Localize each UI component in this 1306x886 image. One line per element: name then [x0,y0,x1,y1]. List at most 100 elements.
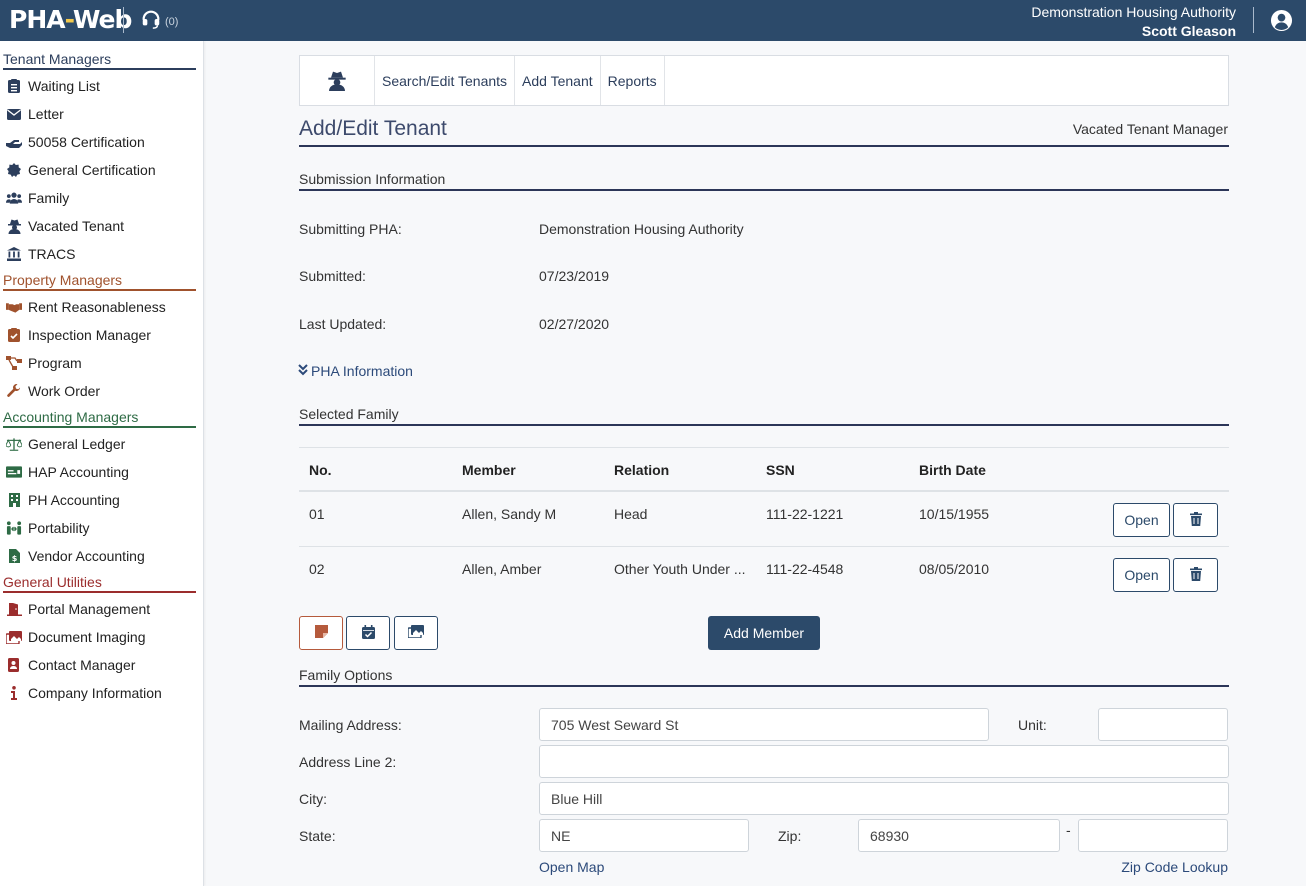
people-arrows-icon [6,520,22,536]
pha-information-toggle[interactable]: PHA Information [298,363,413,379]
cell-no: 02 [309,561,325,577]
sidebar-item-label: HAP Accounting [28,464,129,480]
wrench-icon [6,383,22,399]
toolbar-link-add-tenant[interactable]: Add Tenant [515,56,601,105]
user-account-icon[interactable] [1270,9,1293,35]
sidebar-item-rent-reasonableness[interactable]: Rent Reasonableness [0,293,203,321]
open-member-button[interactable]: Open [1113,503,1170,537]
notes-button[interactable] [299,616,343,650]
sticky-note-icon [314,625,328,641]
sidebar-item-vacated-tenant[interactable]: Vacated Tenant [0,212,203,240]
column-header-birth-date: Birth Date [919,462,986,478]
support-count: (0) [165,15,179,28]
sidebar-section-accounting-managers: Accounting Managers [3,409,196,428]
section-heading-family-options: Family Options [299,667,393,683]
sidebar-item-label: 50058 Certification [28,134,145,150]
column-header-ssn: SSN [766,462,795,478]
state-input[interactable]: NE [539,819,749,852]
sidebar-item-label: Contact Manager [28,657,136,673]
sidebar-item-ph-accounting[interactable]: PH Accounting [0,486,203,514]
city-input[interactable]: Blue Hill [539,782,1229,815]
column-header-no: No. [309,462,332,478]
sidebar-item-label: General Certification [28,162,156,178]
headset-icon [140,8,162,33]
envelope-icon [6,106,22,122]
sidebar-item-waiting-list[interactable]: Waiting List [0,72,203,100]
images-icon [6,629,22,645]
sidebar-item-label: Waiting List [28,78,100,94]
toolbar-link-reports[interactable]: Reports [601,56,665,105]
images-button[interactable] [394,616,438,650]
sidebar-item-portability[interactable]: Portability [0,514,203,542]
cell-birth-date: 08/05/2010 [919,561,990,577]
sidebar-item-portal-management[interactable]: Portal Management [0,595,203,623]
divider [299,424,1229,426]
sidebar-item-general-ledger[interactable]: General Ledger [0,430,203,458]
sidebar-item-contact-manager[interactable]: Contact Manager [0,651,203,679]
cell-member: Allen, Sandy M [462,506,557,522]
sidebar-item-hap-accounting[interactable]: HAP Accounting [0,458,203,486]
calendar-button[interactable] [346,616,390,650]
divider [299,189,1229,191]
submitted-value: 07/23/2019 [539,268,610,284]
add-member-button[interactable]: Add Member [708,616,820,650]
open-member-button[interactable]: Open [1113,558,1170,592]
open-map-link[interactable]: Open Map [539,859,604,875]
sidebar-item-vendor-accounting[interactable]: $ Vendor Accounting [0,542,203,570]
sidebar-item-label: Letter [28,106,64,122]
app-logo[interactable]: PHA-Web [9,5,132,34]
zip-extension-input[interactable] [1078,819,1228,852]
sidebar-item-general-certification[interactable]: General Certification [0,156,203,184]
sidebar-item-50058-certification[interactable]: 50058 Certification [0,128,203,156]
submitted-label: Submitted: [299,268,366,284]
section-heading-submission: Submission Information [299,171,446,187]
user-secret-icon[interactable] [300,56,375,105]
sidebar-item-inspection-manager[interactable]: Inspection Manager [0,321,203,349]
money-check-icon [6,464,22,480]
delete-member-button[interactable] [1173,558,1218,592]
sidebar-item-program[interactable]: Program [0,349,203,377]
divider [123,7,124,33]
sidebar-item-tracs[interactable]: TRACS [0,240,203,268]
certificate-icon [6,162,22,178]
divider [299,145,1229,147]
address-line-2-input[interactable] [539,745,1229,778]
support-button[interactable]: (0) [140,8,178,33]
handshake-icon [6,299,22,315]
project-diagram-icon [6,355,22,371]
delete-member-button[interactable] [1173,503,1218,537]
section-heading-selected-family: Selected Family [299,406,399,422]
address-line-2-label: Address Line 2: [299,754,397,770]
unit-input[interactable] [1098,708,1228,741]
org-info: Demonstration Housing Authority Scott Gl… [1031,3,1236,41]
sidebar-item-work-order[interactable]: Work Order [0,377,203,405]
user-secret-icon [6,218,22,234]
divider [299,685,1229,687]
cell-relation: Head [614,506,648,522]
cell-ssn: 111-22-1221 [766,506,844,522]
mailing-address-label: Mailing Address: [299,717,402,733]
mailing-address-input[interactable]: 705 West Seward St [539,708,989,741]
zip-input[interactable]: 68930 [858,819,1060,852]
calendar-check-icon [361,624,375,642]
sidebar-item-label: Rent Reasonableness [28,299,166,315]
city-label: City: [299,791,327,807]
sidebar-item-company-information[interactable]: Company Information [0,679,203,707]
table-header-border [299,490,1229,492]
users-icon [6,190,22,206]
sidebar-item-label: PH Accounting [28,492,120,508]
zip-code-lookup-link[interactable]: Zip Code Lookup [1121,859,1228,875]
last-updated-value: 02/27/2020 [539,316,610,332]
sidebar-item-letter[interactable]: Letter [0,100,203,128]
zip-separator: - [1066,822,1071,838]
double-chevron-down-icon [298,363,308,379]
images-icon [407,625,424,641]
sidebar-item-label: Portability [28,520,90,536]
sidebar-item-document-imaging[interactable]: Document Imaging [0,623,203,651]
last-updated-label: Last Updated: [299,316,387,332]
row-divider [299,546,1229,547]
cell-relation: Other Youth Under ... [614,561,746,577]
toolbar-link-search-edit-tenants[interactable]: Search/Edit Tenants [375,56,516,105]
sidebar-item-family[interactable]: Family [0,184,203,212]
top-bar: PHA-Web (0) Demonstration Housing Author… [0,0,1306,41]
